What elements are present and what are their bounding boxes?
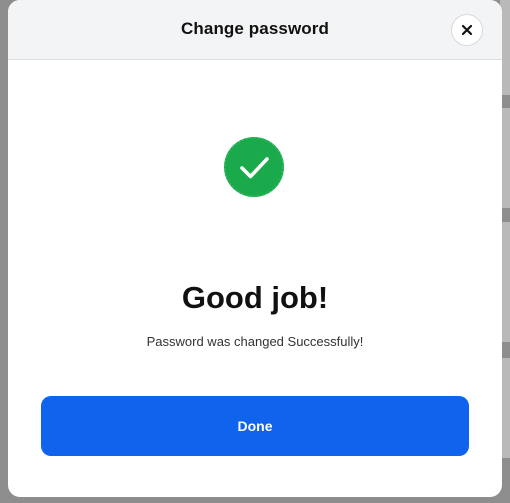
check-circle-icon — [224, 137, 284, 197]
success-headline: Good job! — [181, 280, 329, 315]
done-button[interactable]: Done — [41, 396, 469, 456]
change-password-dialog: Change password Good job! Password was c… — [8, 0, 502, 497]
close-button[interactable] — [451, 14, 483, 46]
dialog-title: Change password — [181, 19, 329, 38]
dialog-header: Change password — [8, 0, 502, 60]
success-message: Password was changed Successfully! — [146, 334, 364, 349]
close-icon — [461, 24, 473, 36]
